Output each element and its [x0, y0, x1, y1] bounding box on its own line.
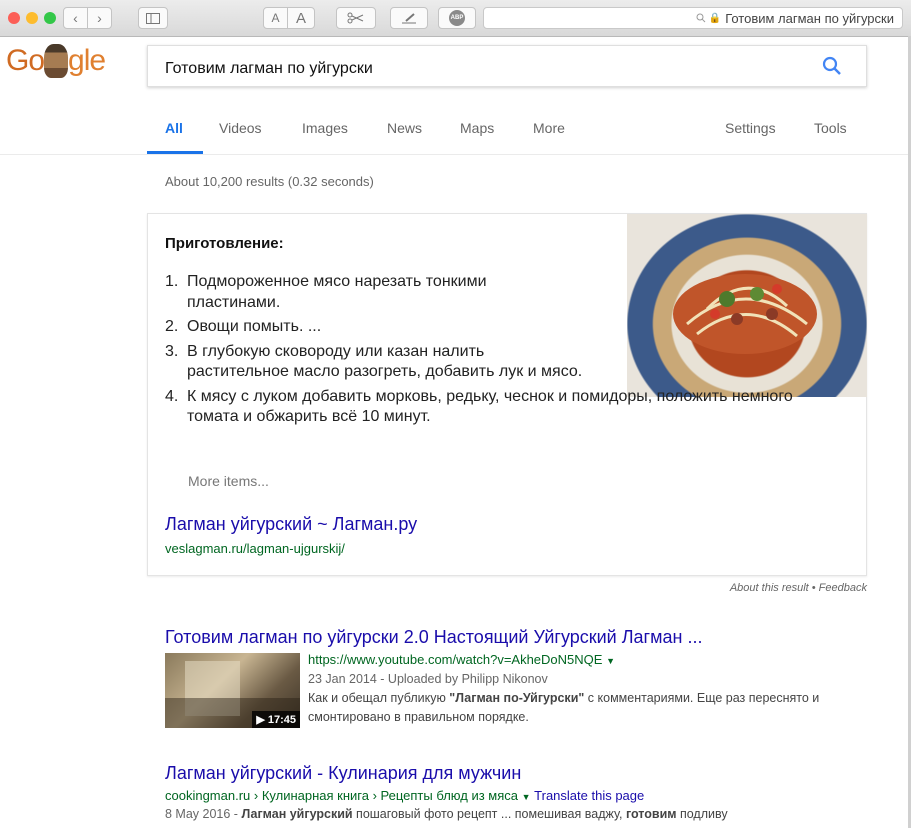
more-items-link[interactable]: More items...: [188, 473, 269, 489]
back-button[interactable]: ‹: [63, 7, 88, 29]
minimize-window-button[interactable]: [26, 12, 38, 24]
search-input[interactable]: Готовим лагман по уйгурски: [147, 45, 867, 87]
search-icon: [696, 13, 706, 23]
video-thumbnail[interactable]: ▶ 17:45: [165, 653, 300, 728]
caret-down-icon[interactable]: ▼: [522, 792, 531, 802]
result-title-link[interactable]: Лагман уйгурский - Кулинария для мужчин: [165, 763, 521, 784]
tab-more[interactable]: More: [533, 120, 565, 136]
forward-button[interactable]: ›: [87, 7, 112, 29]
snippet-steps-list: 1. Подмороженное мясо нарезать тонкими пл…: [165, 272, 815, 432]
result-breadcrumb: cookingman.ru › Кулинарная книга › Рецеп…: [165, 788, 518, 803]
result-url-text: https://www.youtube.com/watch?v=AkheDoN5…: [308, 652, 603, 667]
clipper-button[interactable]: [336, 7, 376, 29]
scissors-icon: [347, 12, 364, 24]
search-icon[interactable]: [822, 56, 842, 76]
settings-link[interactable]: Settings: [725, 120, 776, 136]
translate-link[interactable]: Translate this page: [534, 788, 644, 803]
result-stats: About 10,200 results (0.32 seconds): [165, 174, 374, 189]
logo-text-left: Go: [6, 44, 45, 77]
chevron-left-icon: ‹: [73, 10, 78, 26]
text-larger-button[interactable]: A: [287, 7, 315, 29]
sidebar-icon: [146, 12, 160, 24]
list-item: 2. Овощи помыть. ...: [165, 318, 322, 335]
result-meta: 23 Jan 2014 - Uploaded by Philipp Nikono…: [308, 672, 548, 686]
result-url: https://www.youtube.com/watch?v=AkheDoN5…: [308, 652, 615, 667]
result-title-link[interactable]: Готовим лагман по уйгурски 2.0 Настоящий…: [165, 627, 702, 648]
caret-down-icon[interactable]: ▼: [606, 656, 615, 666]
tools-link[interactable]: Tools: [814, 120, 847, 136]
snippet-heading: Приготовление:: [165, 235, 284, 252]
address-bar[interactable]: 🔒 Готовим лагман по уйгурски: [483, 7, 903, 29]
pen-icon: [402, 13, 416, 24]
zoom-window-button[interactable]: [44, 12, 56, 24]
close-window-button[interactable]: [8, 12, 20, 24]
tab-news[interactable]: News: [387, 120, 422, 136]
sidebar-button[interactable]: [138, 7, 168, 29]
tab-maps[interactable]: Maps: [460, 120, 494, 136]
adblock-icon: ABP: [449, 10, 465, 26]
result-url: cookingman.ru › Кулинарная книга › Рецеп…: [165, 788, 644, 803]
result-snippet: 8 May 2016 - Лагман уйгурский пошаговый …: [165, 807, 728, 821]
doodle-face-icon: [44, 44, 69, 78]
tab-videos[interactable]: Videos: [219, 120, 262, 136]
featured-result-url: veslagman.ru/lagman-ujgurskij/: [165, 541, 345, 556]
featured-result-link[interactable]: Лагман уйгурский ~ Лагман.ру: [165, 514, 417, 535]
list-item: 1. Подмороженное мясо нарезать тонкими пл…: [165, 273, 487, 311]
search-query-text: Готовим лагман по уйгурски: [165, 60, 373, 77]
tab-all[interactable]: All: [165, 120, 183, 136]
list-item: 3. В глубокую сковороду или казан налить …: [165, 342, 583, 381]
video-duration-badge: ▶ 17:45: [252, 711, 300, 728]
tab-images[interactable]: Images: [302, 120, 348, 136]
annotate-button[interactable]: [390, 7, 428, 29]
nav-divider: [0, 154, 911, 155]
lock-icon: 🔒: [708, 12, 722, 24]
chevron-right-icon: ›: [97, 10, 102, 26]
text-smaller-button[interactable]: A: [263, 7, 288, 29]
list-item: 4. К мясу с луком добавить морковь, редьк…: [165, 387, 793, 426]
result-snippet: Как и обещал публикую "Лагман по-Уйгурск…: [308, 691, 820, 724]
browser-toolbar: ‹ › A A ABP 🔒 Готовим лагман по уйгурски: [0, 0, 911, 37]
adblock-button[interactable]: ABP: [438, 7, 476, 29]
about-feedback-links[interactable]: About this result • Feedback: [620, 582, 867, 594]
google-logo[interactable]: Go gle: [6, 44, 106, 78]
address-text: Готовим лагман по уйгурски: [725, 10, 894, 26]
logo-text-right: gle: [68, 44, 106, 77]
